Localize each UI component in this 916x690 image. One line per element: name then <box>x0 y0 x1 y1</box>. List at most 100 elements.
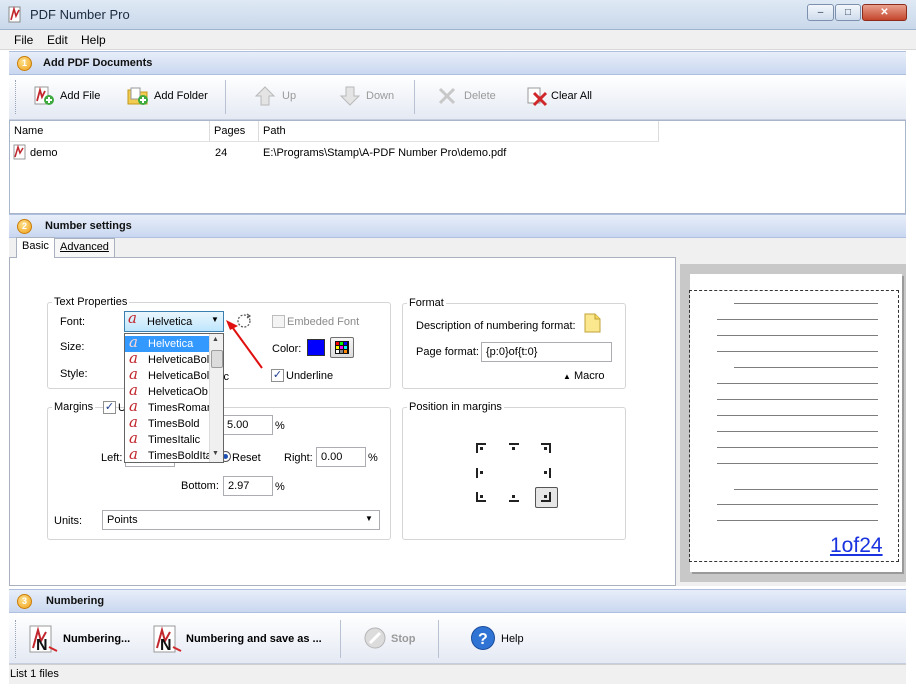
underline-label: Underline <box>286 370 334 382</box>
section-numbering: 3 Numbering <box>9 589 906 613</box>
percent-label: % <box>368 452 378 464</box>
position-top-right[interactable] <box>541 443 551 453</box>
maximize-button[interactable]: □ <box>835 4 861 21</box>
preview-number-text: 1of24 <box>830 534 883 557</box>
scroll-down-icon[interactable]: ▼ <box>212 450 219 457</box>
pointer-arrow-icon <box>226 320 263 369</box>
font-option[interactable]: a HelveticaBol <box>125 368 209 384</box>
margin-border <box>689 290 899 562</box>
percent-label: % <box>275 420 285 432</box>
chevron-down-icon: ▼ <box>365 514 373 523</box>
font-option[interactable]: a TimesBoldIta <box>125 448 209 462</box>
menu-bar: File Edit Help <box>0 30 916 50</box>
font-glyph-icon: a <box>128 309 137 327</box>
color-swatch[interactable] <box>307 339 325 356</box>
dropdown-scrollbar[interactable]: ▲ ▼ <box>209 334 223 462</box>
status-bar: List 1 files <box>9 664 906 684</box>
bottom-margin-input[interactable]: 2.97 <box>223 476 273 496</box>
column-header-path[interactable]: Path <box>259 121 659 142</box>
percent-label: % <box>275 481 285 493</box>
font-dropdown-list[interactable]: a Helvetica a HelveticaBol a HelveticaBol a… <box>124 333 224 463</box>
add-file-button[interactable]: Add File <box>33 85 103 109</box>
minimize-button[interactable]: – <box>807 4 834 21</box>
step-badge: 2 <box>17 219 32 234</box>
format-label: Format <box>407 297 446 309</box>
menu-edit[interactable]: Edit <box>47 33 68 47</box>
add-folder-label: Add Folder <box>154 90 208 102</box>
chevron-down-icon: ▼ <box>211 315 219 324</box>
file-path: E:\Programs\Stamp\A-PDF Number Pro\demo.… <box>263 147 507 159</box>
embed-font-label: Embeded Font <box>287 316 360 328</box>
font-option[interactable]: a TimesRoman <box>125 400 209 416</box>
position-group <box>402 407 626 540</box>
font-option[interactable]: a HelveticaBol <box>125 352 209 368</box>
numbering-toolbar: N Numbering... N Numbering and save as .… <box>9 614 906 664</box>
step-badge: 1 <box>17 56 32 71</box>
page-format-label: Page format: <box>416 346 479 358</box>
app-icon <box>8 6 21 23</box>
color-picker-button[interactable] <box>330 337 354 358</box>
up-arrow-icon <box>254 86 276 106</box>
section-title: Numbering <box>46 595 105 607</box>
font-option[interactable]: a HelveticaOb <box>125 384 209 400</box>
file-list[interactable]: Name Pages Path demo 24 E:\Programs\Stam… <box>9 120 906 214</box>
position-middle-left[interactable] <box>476 468 486 478</box>
svg-text:N: N <box>160 637 172 654</box>
svg-text:?: ? <box>478 631 488 648</box>
text-properties-label: Text Properties <box>52 296 130 308</box>
right-margin-label: Right: <box>284 452 313 464</box>
add-folder-button[interactable]: Add Folder <box>126 85 211 109</box>
numbering-save-as-button[interactable]: N Numbering and save as ... <box>151 623 336 655</box>
down-button[interactable]: Down <box>339 85 399 109</box>
position-top-left[interactable] <box>476 443 486 453</box>
tab-basic[interactable]: Basic <box>16 237 55 258</box>
position-middle-right[interactable] <box>541 468 551 478</box>
palette-icon <box>335 341 349 354</box>
description-format-label: Description of numbering format: <box>416 320 576 332</box>
stop-icon <box>364 627 386 649</box>
position-top-center[interactable] <box>509 443 519 453</box>
window-title: PDF Number Pro <box>30 7 130 22</box>
font-select[interactable]: a Helvetica ▼ <box>124 309 224 332</box>
page-format-input[interactable]: {p:0}of{t:0} <box>481 342 612 362</box>
column-header-name[interactable]: Name <box>10 121 210 142</box>
macro-button[interactable]: ▲ Macro <box>563 370 605 382</box>
up-button[interactable]: Up <box>254 85 304 109</box>
section-title: Number settings <box>45 220 132 232</box>
position-label: Position in margins <box>407 401 504 413</box>
font-option[interactable]: a TimesItalic <box>125 432 209 448</box>
top-margin-input[interactable]: 5.00 <box>222 415 273 435</box>
delete-button[interactable]: Delete <box>436 85 501 109</box>
menu-help[interactable]: Help <box>81 33 106 47</box>
add-file-label: Add File <box>60 90 101 102</box>
table-row[interactable]: demo 24 E:\Programs\Stamp\A-PDF Number P… <box>10 143 905 161</box>
note-icon[interactable] <box>584 313 601 333</box>
status-text: List 1 files <box>10 668 59 680</box>
units-select[interactable]: Points ▼ <box>102 510 380 530</box>
menu-file[interactable]: File <box>14 33 33 47</box>
stop-button[interactable]: Stop <box>363 626 423 652</box>
document-toolbar: Add File Add Folder Up Down Delete Clear… <box>9 76 906 120</box>
units-value: Points <box>107 514 138 526</box>
right-margin-input[interactable]: 0.00 <box>316 447 366 467</box>
scrollbar-thumb[interactable] <box>211 350 223 368</box>
help-button[interactable]: ? Help <box>470 625 530 653</box>
margins-label: Margins <box>52 401 96 413</box>
numbering-button[interactable]: N Numbering... <box>27 623 147 655</box>
add-file-icon <box>34 86 54 105</box>
font-option[interactable]: a TimesBold <box>125 416 209 432</box>
position-bottom-left[interactable] <box>476 492 486 502</box>
position-bottom-center[interactable] <box>509 492 519 502</box>
help-icon: ? <box>471 626 495 650</box>
font-option[interactable]: a Helvetica <box>125 336 209 352</box>
tab-advanced[interactable]: Advanced <box>54 238 115 257</box>
clear-all-button[interactable]: Clear All <box>526 85 601 109</box>
embed-font-checkbox[interactable] <box>272 315 285 328</box>
uniform-margins-checkbox[interactable]: ✓ <box>103 401 116 414</box>
column-header-pages[interactable]: Pages <box>210 121 259 142</box>
close-button[interactable]: ✕ <box>862 4 907 21</box>
scroll-up-icon[interactable]: ▲ <box>212 336 219 343</box>
numbering-label: Numbering... <box>63 633 131 645</box>
position-bottom-right[interactable] <box>535 487 558 508</box>
underline-checkbox[interactable]: ✓ <box>271 369 284 382</box>
